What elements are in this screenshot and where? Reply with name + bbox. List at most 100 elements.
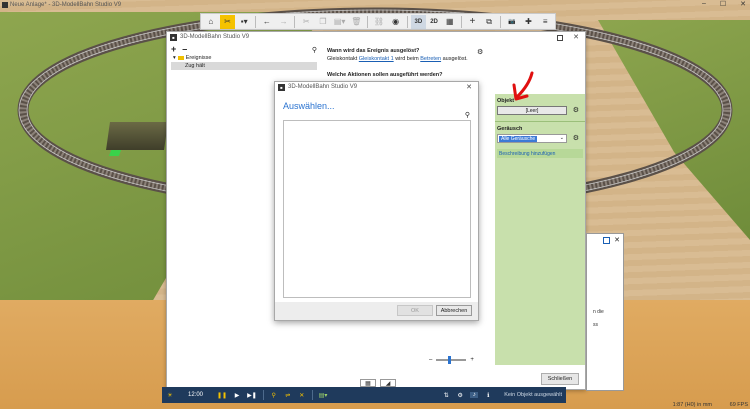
question-trigger: Wann wird das Ereignis ausgelöst? [327, 48, 420, 54]
action-properties: Objekt [Leer] ⚙ Geräusch Alle Geräusche … [495, 94, 585, 365]
event-detail: Wann wird das Ereignis ausgelöst? Gleisk… [327, 48, 487, 80]
object-list[interactable] [283, 120, 471, 298]
chevron-down-icon: ⌄ [559, 135, 564, 141]
zoom-slider[interactable] [436, 356, 467, 364]
shuffle-icon[interactable]: ✕ [298, 392, 306, 399]
route-icon[interactable]: ⇌ [284, 392, 292, 399]
question-actions: Welche Aktionen sollen ausgeführt werden… [327, 72, 443, 78]
select-dialog: ■ 3D-ModellBahn Studio V9 ✕ Auswählen...… [274, 81, 479, 321]
event-dialog-titlebar: ■ 3D-ModellBahn Studio V9 [167, 32, 585, 42]
delete-icon[interactable]: 🗑 [348, 15, 364, 29]
side-panel-text: ss [593, 322, 598, 328]
selection-status: Kein Objekt ausgewählt [504, 392, 562, 398]
app-logo-icon: ■ [278, 83, 285, 91]
menu-icon[interactable]: ≡ [537, 15, 553, 29]
trigger-sentence: Gleiskontakt Gleiskontakt 1 wird beim Be… [327, 56, 468, 62]
divider [495, 121, 585, 122]
gear-icon[interactable]: ⚙ [477, 48, 483, 56]
minimize-button[interactable]: – [702, 0, 706, 8]
close-icon[interactable]: ✕ [466, 83, 472, 91]
window-controls: – ☐ ✕ [702, 0, 746, 8]
copy-icon[interactable]: ❐ [315, 15, 331, 29]
undo-icon[interactable]: ← [259, 15, 275, 29]
side-panel: ✕ n die ss [586, 233, 624, 391]
sliders-icon[interactable]: ⇅ [442, 392, 450, 399]
zoom-in-button[interactable]: + [470, 357, 474, 363]
toolbar-separator [294, 15, 296, 28]
terrain-tab[interactable]: ◢ [380, 379, 396, 387]
redo-icon[interactable]: → [276, 15, 292, 29]
home-icon[interactable]: ⌂ [203, 15, 219, 29]
red-arrow-annotation [512, 71, 534, 101]
folder-icon [177, 56, 184, 60]
save-icon[interactable]: ▪▾ [236, 15, 252, 29]
close-icon[interactable]: ✕ [573, 33, 579, 41]
trigger-contact-link[interactable]: Gleiskontakt 1 [359, 56, 394, 62]
add-icon[interactable]: + [465, 15, 481, 29]
separator [311, 390, 313, 400]
tree-item-selected[interactable]: Zug hält [171, 62, 317, 70]
paste-icon[interactable]: ▤▾ [332, 15, 348, 29]
remove-event-button[interactable]: – [182, 44, 187, 54]
link-icon[interactable]: ⛓ [371, 15, 387, 29]
close-icon[interactable]: ✕ [614, 236, 620, 244]
popout-icon[interactable] [603, 236, 611, 244]
sound-label: Geräusch [497, 126, 523, 132]
object-gear-icon[interactable]: ⚙ [573, 106, 579, 114]
info-icon[interactable]: ℹ [484, 392, 492, 399]
sun-icon[interactable]: ☀ [166, 392, 174, 399]
puzzle-icon[interactable]: ✚ [521, 15, 537, 29]
toolbar-separator [367, 15, 369, 28]
grid-icon[interactable]: ▦ [442, 15, 458, 29]
play-icon[interactable]: ▶ [233, 392, 241, 399]
select-heading: Auswählen... [283, 101, 335, 111]
toolbar-separator [499, 15, 501, 28]
search-icon[interactable]: ⚲ [312, 46, 317, 54]
search-icon[interactable]: ⚲ [270, 392, 278, 399]
expand-icon[interactable]: ▾ [173, 55, 176, 61]
toolbar-separator [255, 15, 257, 28]
time-display[interactable]: 12:00 [188, 392, 203, 398]
side-panel-header: ✕ [587, 234, 623, 246]
zoom-slider-thumb[interactable] [448, 356, 452, 364]
camera-tab[interactable]: ▦ [360, 379, 376, 387]
bottom-toolbar: ▦ ◢ ☀ 12:00 ❚❚ ▶ ▶❚ ⚲ ⇌ ✕ ▤▾ ⇅ ⚙ ♪ ℹ Kei… [162, 379, 566, 403]
add-event-button[interactable]: + [171, 44, 176, 54]
cancel-button[interactable]: Abbrechen [436, 305, 472, 316]
train-wagon[interactable] [106, 122, 168, 150]
maximize-icon[interactable] [557, 35, 563, 41]
zoom-out-button[interactable]: – [429, 357, 432, 363]
app-logo-icon [2, 1, 8, 8]
layer-icon[interactable]: ▤▾ [319, 392, 328, 399]
gear-icon[interactable]: ⚙ [456, 392, 464, 399]
add-description-button[interactable]: Beschreibung hinzufügen [497, 149, 583, 158]
maximize-button[interactable]: ☐ [720, 0, 726, 8]
separator [262, 390, 264, 400]
view-2d-button[interactable]: 2D [427, 15, 441, 29]
tools-icon[interactable]: ✂ [219, 14, 236, 29]
cut-icon[interactable]: ✂ [298, 15, 314, 29]
camera-icon[interactable]: 📷 [504, 15, 520, 29]
sound-select[interactable]: Alle Geräusche ⌄ [497, 134, 567, 143]
fps-readout: 69 FPS [729, 402, 748, 408]
view-3d-button[interactable]: 3D [410, 14, 427, 29]
toolbar-separator [460, 15, 462, 28]
ok-button[interactable]: OK [397, 305, 433, 316]
tree-toolbar: + – [171, 44, 317, 54]
sound-gear-icon[interactable]: ⚙ [573, 134, 579, 142]
search-icon[interactable]: ⚲ [465, 111, 470, 119]
eye-icon[interactable]: ◉ [388, 15, 404, 29]
duplicate-icon[interactable]: ⧉ [481, 15, 497, 29]
pause-icon[interactable]: ❚❚ [217, 392, 227, 399]
tree-root[interactable]: ▾ Ereignisse [171, 54, 317, 62]
fast-forward-icon[interactable]: ▶❚ [247, 392, 257, 399]
events-icon[interactable]: ♪ [470, 392, 479, 398]
close-app-button[interactable]: ✕ [740, 0, 746, 8]
app-logo-icon: ■ [170, 33, 177, 41]
object-field[interactable]: [Leer] [497, 106, 567, 115]
dialog-footer: OK Abbrechen [275, 302, 478, 320]
select-dialog-titlebar: ■ 3D-ModellBahn Studio V9 [275, 82, 478, 92]
close-button[interactable]: Schließen [541, 373, 579, 385]
trigger-mode-link[interactable]: Betreten [420, 56, 441, 62]
side-panel-text: n die [593, 309, 604, 315]
